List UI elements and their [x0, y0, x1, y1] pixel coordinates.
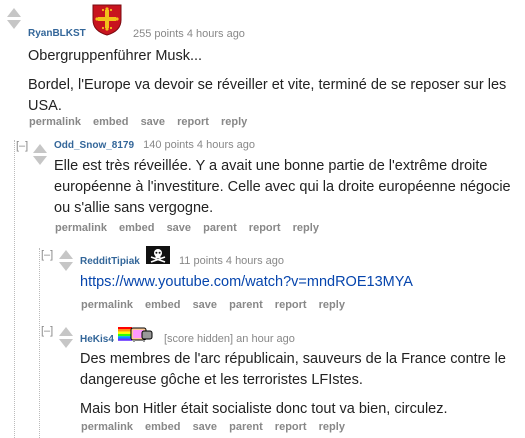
downvote-arrow-icon[interactable] — [59, 262, 73, 271]
vote-arrows — [58, 250, 74, 271]
comment-body: Elle est très réveillée. Y a avait une b… — [54, 156, 516, 227]
reply-button[interactable]: reply — [293, 222, 319, 234]
upvote-arrow-icon[interactable] — [7, 8, 21, 17]
comment-body: Obergruppenführer Musk... Bordel, l'Euro… — [28, 46, 508, 125]
score: 11 points — [179, 255, 223, 267]
comment-buttons: permalink embed save parent report reply — [55, 222, 328, 234]
parent-button[interactable]: parent — [229, 421, 263, 433]
comment-buttons: permalink embed save parent report reply — [81, 299, 354, 311]
vote-arrows — [58, 327, 74, 348]
comment-paragraph: Des membres de l'arc républicain, sauveu… — [80, 351, 506, 388]
author-link[interactable]: Odd_Snow_8179 — [54, 140, 134, 151]
author-link[interactable]: HeKis4 — [80, 334, 114, 345]
embed-button[interactable]: embed — [93, 116, 128, 128]
collapse-toggle[interactable]: [–] — [41, 325, 53, 337]
comment-tagline: HeKis4 — [80, 333, 120, 345]
comment-paragraph: Obergruppenführer Musk... — [28, 48, 203, 64]
permalink-button[interactable]: permalink — [81, 299, 133, 311]
save-button[interactable]: save — [167, 222, 191, 234]
report-button[interactable]: report — [275, 299, 307, 311]
comment-paragraph: Bordel, l'Europe va devoir se réveiller … — [28, 77, 507, 114]
comment-meta: [score hidden] an hour ago — [164, 333, 295, 345]
youtube-link[interactable]: https://www.youtube.com/watch?v=mndROE13… — [80, 274, 413, 290]
embed-button[interactable]: embed — [145, 421, 180, 433]
score-hidden: [score hidden] — [164, 333, 234, 345]
nyan-cat-icon — [118, 325, 154, 343]
report-button[interactable]: report — [249, 222, 281, 234]
comment-tagline: Odd_Snow_8179 140 points 4 hours ago — [54, 139, 255, 151]
reply-button[interactable]: reply — [319, 299, 345, 311]
report-button[interactable]: report — [177, 116, 209, 128]
jolly-roger-icon — [146, 246, 170, 264]
occitan-cross-shield-icon — [92, 4, 122, 36]
comment-paragraph: Elle est très réveillée. Y a avait une b… — [54, 158, 511, 216]
vote-arrows — [6, 8, 22, 29]
author-link[interactable]: RyanBLKST — [28, 28, 86, 39]
score: 255 points — [133, 28, 184, 40]
permalink-button[interactable]: permalink — [81, 421, 133, 433]
upvote-arrow-icon[interactable] — [59, 327, 73, 336]
reply-button[interactable]: reply — [319, 421, 345, 433]
collapse-toggle[interactable]: [–] — [16, 140, 28, 152]
comment-body: https://www.youtube.com/watch?v=mndROE13… — [80, 272, 510, 301]
upvote-arrow-icon[interactable] — [59, 250, 73, 259]
author-link[interactable]: RedditTipiak — [80, 256, 140, 267]
downvote-arrow-icon[interactable] — [59, 339, 73, 348]
comment-meta: 11 points 4 hours ago — [179, 255, 284, 267]
downvote-arrow-icon[interactable] — [33, 156, 47, 165]
permalink-button[interactable]: permalink — [29, 116, 81, 128]
embed-button[interactable]: embed — [145, 299, 180, 311]
comment-paragraph: Mais bon Hitler était socialiste donc to… — [80, 401, 448, 417]
save-button[interactable]: save — [141, 116, 165, 128]
vote-arrows — [32, 144, 48, 165]
comment-meta: 255 points 4 hours ago — [133, 28, 245, 40]
timestamp: 4 hours ago — [225, 255, 284, 267]
score: 140 points — [143, 139, 194, 151]
thread-line-level-2 — [39, 248, 40, 438]
comment-buttons: permalink embed save report reply — [29, 116, 256, 128]
downvote-arrow-icon[interactable] — [7, 20, 21, 29]
collapse-toggle[interactable]: [–] — [41, 249, 53, 261]
embed-button[interactable]: embed — [119, 222, 154, 234]
save-button[interactable]: save — [193, 421, 217, 433]
timestamp: an hour ago — [236, 333, 295, 345]
report-button[interactable]: report — [275, 421, 307, 433]
comment-tagline: RedditTipiak — [80, 255, 146, 267]
permalink-button[interactable]: permalink — [55, 222, 107, 234]
save-button[interactable]: save — [193, 299, 217, 311]
parent-button[interactable]: parent — [203, 222, 237, 234]
upvote-arrow-icon[interactable] — [33, 144, 47, 153]
reply-button[interactable]: reply — [221, 116, 247, 128]
comment-body: Des membres de l'arc républicain, sauveu… — [80, 349, 510, 428]
comment-tagline: RyanBLKST — [28, 27, 92, 39]
parent-button[interactable]: parent — [229, 299, 263, 311]
timestamp: 4 hours ago — [186, 28, 245, 40]
timestamp: 4 hours ago — [196, 139, 256, 151]
thread-line-level-1 — [14, 140, 15, 438]
comment-buttons: permalink embed save parent report reply — [81, 421, 354, 433]
